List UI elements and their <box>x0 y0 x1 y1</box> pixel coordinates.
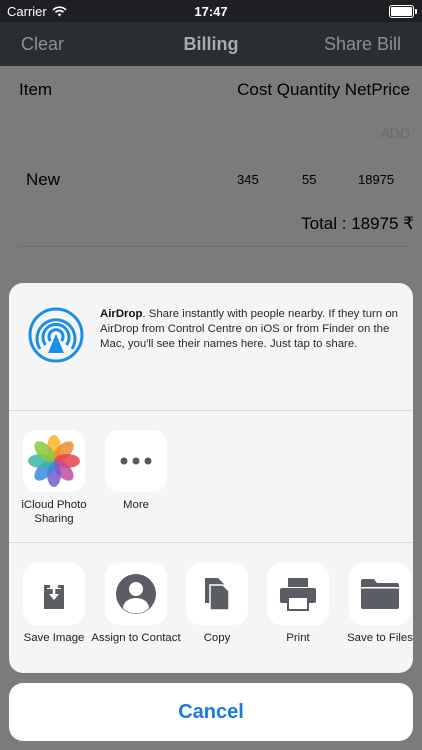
airdrop-description: AirDrop. Share instantly with people nea… <box>100 307 400 352</box>
header-item: Item <box>19 80 53 99</box>
row-item-name: New <box>26 170 61 189</box>
airdrop-title: AirDrop <box>100 308 143 320</box>
share-app-more[interactable]: More <box>105 430 167 511</box>
share-app-label: More <box>123 499 149 511</box>
divider <box>19 246 412 247</box>
more-icon <box>105 430 167 492</box>
row-item-netprice: 18975 <box>358 172 395 187</box>
contact-icon <box>105 563 167 625</box>
action-save-image[interactable]: Save Image <box>23 563 85 644</box>
row-item-quantity: 55 <box>302 172 317 187</box>
row-item-cost: 345 <box>237 172 259 187</box>
status-time: 17:47 <box>194 4 228 19</box>
action-print[interactable]: Print <box>267 563 329 644</box>
header-columns: Cost Quantity NetPrice <box>237 80 410 99</box>
share-bill-button[interactable]: Share Bill <box>324 34 401 55</box>
save-image-icon <box>23 563 85 625</box>
airdrop-section: AirDrop. Share instantly with people nea… <box>9 283 413 411</box>
photos-icon <box>23 430 85 492</box>
folder-icon <box>349 563 411 625</box>
airdrop-icon[interactable] <box>28 307 84 368</box>
airdrop-text: . Share instantly with people nearby. If… <box>100 308 398 350</box>
action-assign-contact[interactable]: Assign to Contact <box>91 563 181 644</box>
battery-icon <box>389 5 417 18</box>
action-save-files[interactable]: Save to Files <box>347 563 413 644</box>
print-icon <box>267 563 329 625</box>
cancel-button[interactable]: Cancel <box>9 683 413 741</box>
action-label: Save to Files <box>347 632 413 644</box>
action-copy[interactable]: Copy <box>186 563 248 644</box>
share-sheet: AirDrop. Share instantly with people nea… <box>9 283 413 673</box>
total-label: Total : 18975 ₹ <box>301 214 414 233</box>
status-bar: Carrier 17:47 <box>0 0 422 22</box>
share-actions-row: Save Image Assign to Contact Copy Print … <box>9 543 413 673</box>
add-button[interactable]: ADD <box>380 125 410 141</box>
share-app-icloud-photo[interactable]: iCloud Photo Sharing <box>21 430 87 525</box>
share-apps-row: iCloud Photo Sharing More <box>9 411 413 543</box>
navigation-bar: Clear Billing Share Bill <box>0 22 422 66</box>
copy-icon <box>186 563 248 625</box>
